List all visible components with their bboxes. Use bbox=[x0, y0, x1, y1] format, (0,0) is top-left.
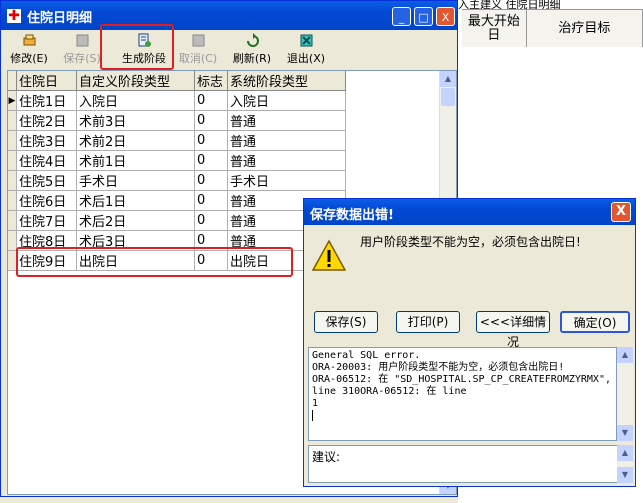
cell-system-stage-type[interactable]: 普通 bbox=[227, 110, 346, 131]
error-detail-scrollbar[interactable]: ▲ ▼ bbox=[617, 347, 633, 441]
edit-label: 修改(E) bbox=[10, 52, 48, 65]
maximize-button[interactable]: □ bbox=[414, 7, 433, 26]
cell-flag[interactable]: 0 bbox=[194, 150, 228, 171]
row-indicator bbox=[8, 150, 17, 171]
warning-icon bbox=[312, 239, 346, 271]
edit-button[interactable]: 修改(E) bbox=[5, 33, 53, 67]
suggestion-scrollbar[interactable]: ▲ ▼ bbox=[617, 445, 633, 483]
table-row[interactable]: 住院6日 术后1日 0 普通 bbox=[8, 190, 346, 211]
save-error-dialog: 保存数据出错! X 用户阶段类型不能为空，必须包含出院日! 保存(S) 打印(P… bbox=[303, 198, 636, 487]
table-row[interactable]: ▶ 住院1日 入院日 0 入院日 bbox=[8, 90, 346, 111]
cell-flag[interactable]: 0 bbox=[194, 130, 228, 151]
cell-system-stage-type[interactable]: 普通 bbox=[227, 150, 346, 171]
table-row[interactable]: 住院4日 术前1日 0 普通 bbox=[8, 150, 346, 171]
cell-custom-stage-type[interactable]: 术后2日 bbox=[76, 210, 195, 231]
scroll-down-arrow-icon[interactable]: ▼ bbox=[617, 425, 633, 441]
dialog-close-button[interactable]: X bbox=[611, 202, 631, 222]
exit-button[interactable]: 退出(X) bbox=[283, 33, 329, 67]
cell-hospital-day[interactable]: 住院3日 bbox=[16, 130, 77, 151]
toolbar: 修改(E) 保存(S) 生成阶段 取消(C) 刷新(R) 退出(X) bbox=[3, 31, 457, 69]
table-row[interactable]: 住院7日 术后2日 0 普通 bbox=[8, 210, 346, 231]
dialog-message: 用户阶段类型不能为空，必须包含出院日! bbox=[360, 235, 581, 249]
error-detail-content: General SQL error. ORA-20003: 用户阶段类型不能为空… bbox=[312, 350, 611, 409]
cell-custom-stage-type[interactable]: 入院日 bbox=[76, 90, 195, 111]
column-header-treatment-goal[interactable]: 治疗目标 bbox=[527, 10, 643, 47]
scroll-thumb[interactable] bbox=[441, 88, 455, 106]
cancel-label: 取消(C) bbox=[178, 52, 218, 65]
dialog-details-button[interactable]: <<<详细情况 bbox=[476, 311, 550, 349]
cell-flag[interactable]: 0 bbox=[194, 110, 228, 131]
row-indicator bbox=[8, 210, 17, 231]
row-indicator bbox=[8, 130, 17, 151]
save-label: 保存(S) bbox=[63, 52, 101, 65]
close-button[interactable]: X bbox=[436, 7, 455, 26]
scroll-up-arrow-icon[interactable]: ▲ bbox=[617, 347, 633, 363]
save-icon bbox=[76, 34, 88, 47]
refresh-label: 刷新(R) bbox=[232, 52, 272, 65]
table-row[interactable]: 住院3日 术前2日 0 普通 bbox=[8, 130, 346, 151]
column-header-hospital-day[interactable]: 住院日 bbox=[16, 71, 77, 91]
minimize-button[interactable]: _ bbox=[392, 7, 411, 26]
cell-hospital-day[interactable]: 住院7日 bbox=[16, 210, 77, 231]
cell-hospital-day[interactable]: 住院4日 bbox=[16, 150, 77, 171]
window-title: 住院日明细 bbox=[27, 11, 93, 26]
dialog-title: 保存数据出错! bbox=[310, 208, 394, 223]
save-button[interactable]: 保存(S) bbox=[59, 33, 105, 67]
table-row[interactable]: 住院5日 手术日 0 手术日 bbox=[8, 170, 346, 191]
exit-label: 退出(X) bbox=[286, 52, 326, 65]
scroll-up-arrow-icon[interactable]: ▲ bbox=[440, 71, 456, 87]
error-detail-text[interactable]: General SQL error. ORA-20003: 用户阶段类型不能为空… bbox=[308, 347, 617, 441]
cell-flag[interactable]: 0 bbox=[194, 90, 228, 111]
cell-hospital-day[interactable]: 住院2日 bbox=[16, 110, 77, 131]
column-header-system-stage-type[interactable]: 系统阶段类型 bbox=[227, 71, 346, 91]
scroll-down-arrow-icon[interactable]: ▼ bbox=[617, 467, 633, 483]
column-header-max-start-day[interactable]: 最大开始日 bbox=[462, 10, 527, 47]
suggestion-label: 建议: bbox=[312, 450, 341, 464]
background-window-title: 入主建义 住院日明细 bbox=[458, 0, 643, 9]
cell-system-stage-type[interactable]: 入院日 bbox=[227, 90, 346, 111]
row-indicator bbox=[8, 170, 17, 191]
row-indicator bbox=[8, 110, 17, 131]
cell-custom-stage-type[interactable]: 术前3日 bbox=[76, 110, 195, 131]
highlight-generate-stage bbox=[100, 24, 174, 70]
cell-flag[interactable]: 0 bbox=[194, 190, 228, 211]
main-title-bar[interactable]: ✚ 住院日明细 _ □ X bbox=[1, 1, 457, 30]
scroll-up-arrow-icon[interactable]: ▲ bbox=[617, 445, 633, 461]
cancel-button[interactable]: 取消(C) bbox=[175, 33, 221, 67]
suggestion-box[interactable]: 建议: bbox=[308, 445, 633, 483]
highlight-discharge-row bbox=[16, 247, 293, 277]
refresh-icon bbox=[246, 33, 259, 47]
edit-icon bbox=[23, 34, 35, 46]
cell-hospital-day[interactable]: 住院1日 bbox=[16, 90, 77, 111]
dialog-ok-button[interactable]: 确定(O) bbox=[560, 311, 630, 333]
column-header-flag[interactable]: 标志 bbox=[194, 71, 228, 91]
background-grid-header: 最大开始日 治疗目标 bbox=[462, 9, 643, 48]
exit-icon bbox=[300, 34, 312, 47]
cell-flag[interactable]: 0 bbox=[194, 170, 228, 191]
app-icon: ✚ bbox=[7, 8, 21, 24]
cell-custom-stage-type[interactable]: 手术日 bbox=[76, 170, 195, 191]
cell-system-stage-type[interactable]: 普通 bbox=[227, 130, 346, 151]
column-header-custom-stage-type[interactable]: 自定义阶段类型 bbox=[76, 71, 195, 91]
cell-custom-stage-type[interactable]: 术前2日 bbox=[76, 130, 195, 151]
current-row-indicator: ▶ bbox=[8, 90, 17, 111]
cell-system-stage-type[interactable]: 手术日 bbox=[227, 170, 346, 191]
cell-hospital-day[interactable]: 住院6日 bbox=[16, 190, 77, 211]
table-row[interactable]: 住院2日 术前3日 0 普通 bbox=[8, 110, 346, 131]
cell-flag[interactable]: 0 bbox=[194, 210, 228, 231]
dialog-print-button[interactable]: 打印(P) bbox=[396, 311, 460, 333]
cell-custom-stage-type[interactable]: 术前1日 bbox=[76, 150, 195, 171]
row-indicator bbox=[8, 230, 17, 251]
refresh-button[interactable]: 刷新(R) bbox=[229, 33, 275, 67]
row-indicator bbox=[8, 190, 17, 211]
dialog-title-bar[interactable]: 保存数据出错! X bbox=[304, 199, 635, 225]
grid-header-row: 住院日 自定义阶段类型 标志 系统阶段类型 bbox=[8, 71, 346, 91]
text-caret bbox=[312, 410, 313, 421]
cancel-icon bbox=[192, 34, 204, 47]
cell-custom-stage-type[interactable]: 术后1日 bbox=[76, 190, 195, 211]
dialog-save-button[interactable]: 保存(S) bbox=[314, 311, 378, 333]
row-indicator-header bbox=[8, 71, 17, 91]
cell-hospital-day[interactable]: 住院5日 bbox=[16, 170, 77, 191]
